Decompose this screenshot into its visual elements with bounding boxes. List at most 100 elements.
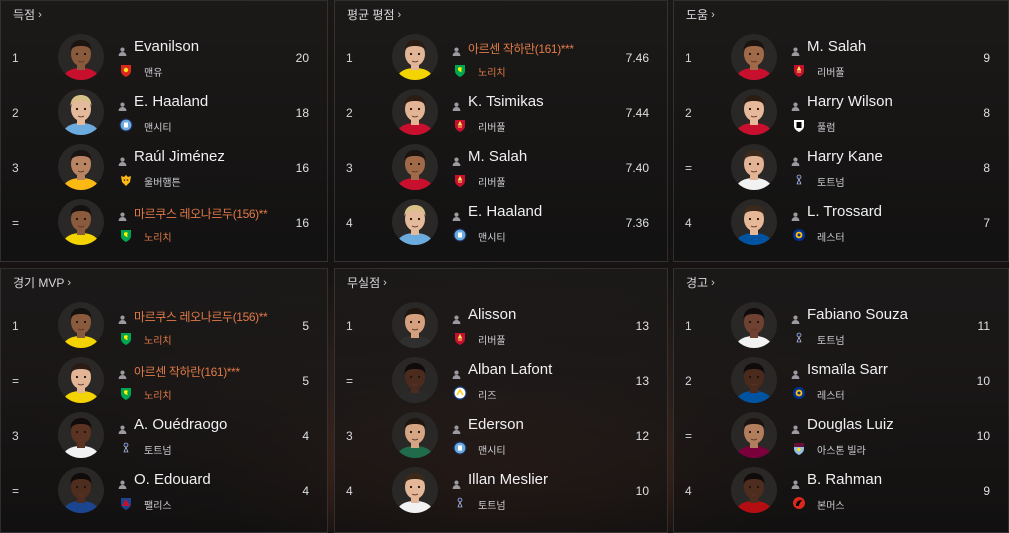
player-row[interactable]: 1 Alisson 리버풀 13 [335,298,667,353]
player-avatar [392,302,438,348]
player-name-link[interactable]: A. Ouédraogo [134,416,227,433]
player-name-link[interactable]: 마르쿠스 레오나르두(156)** [134,205,268,222]
player-row[interactable]: 1 마르쿠스 레오나르두(156)** 노리치 5 [1,298,327,353]
player-row[interactable]: 1 Evanilson 맨유 20 [1,30,327,85]
player-row[interactable]: = Harry Kane 토트넘 8 [674,140,1008,195]
club-name-link[interactable]: 토트넘 [817,174,845,189]
player-row[interactable]: 4 B. Rahman 본머스 9 [674,463,1008,518]
club-name-link[interactable]: 맨시티 [478,229,506,244]
club-name-link[interactable]: 토트넘 [817,332,845,347]
player-row[interactable]: 1 Fabiano Souza 토트넘 11 [674,298,1008,353]
club-name-link[interactable]: 노리치 [144,229,172,244]
player-name-link[interactable]: Ederson [468,416,524,433]
player-name-link[interactable]: 아르센 작하란(161)*** [134,363,240,380]
player-row[interactable]: 3 Ederson 맨시티 12 [335,408,667,463]
player-row[interactable]: 2 Harry Wilson 풀럼 8 [674,85,1008,140]
stat-value: 13 [635,374,649,388]
player-row[interactable]: = 아르센 작하란(161)*** 노리치 5 [1,353,327,408]
player-name-link[interactable]: Alban Lafont [468,361,552,378]
player-row[interactable]: 1 아르센 작하란(161)*** 노리치 7.46 [335,30,667,85]
player-row[interactable]: 2 Ismaïla Sarr 레스터 10 [674,353,1008,408]
stat-value: 10 [976,374,990,388]
player-name-link[interactable]: Evanilson [134,38,199,55]
player-row[interactable]: 2 E. Haaland 맨시티 18 [1,85,327,140]
player-name-link[interactable]: K. Tsimikas [468,93,544,110]
rank-label: 1 [685,51,692,65]
player-avatar [392,89,438,135]
club-name-link[interactable]: 리즈 [478,387,496,402]
player-row[interactable]: = Alban Lafont 리즈 13 [335,353,667,408]
panel-title-link[interactable]: 경기 MVP › [13,274,71,291]
player-name-link[interactable]: Harry Wilson [807,93,893,110]
player-name-link[interactable]: Alisson [468,306,516,323]
person-icon [452,366,461,379]
player-name-link[interactable]: O. Edouard [134,471,211,488]
player-row[interactable]: = 마르쿠스 레오나르두(156)** 노리치 16 [1,195,327,250]
panel-goals: 득점 › 1 Evanilson 맨유 20 2 E. Haaland 맨시티 18 3 Raúl J… [0,0,328,262]
player-row[interactable]: 3 A. Ouédraogo 토트넘 4 [1,408,327,463]
player-row[interactable]: 4 Illan Meslier 토트넘 10 [335,463,667,518]
player-row[interactable]: = O. Edouard 팰리스 4 [1,463,327,518]
club-name-link[interactable]: 리버풀 [817,64,845,79]
player-name-link[interactable]: M. Salah [807,38,866,55]
club-name-link[interactable]: 풀럼 [817,119,835,134]
club-name-link[interactable]: 리버풀 [478,174,506,189]
man-city-crest-icon [119,118,133,132]
player-name-link[interactable]: Douglas Luiz [807,416,894,433]
player-name-link[interactable]: L. Trossard [807,203,882,220]
player-name-link[interactable]: Raúl Jiménez [134,148,225,165]
rank-label: = [685,429,693,443]
player-name-link[interactable]: M. Salah [468,148,527,165]
player-name-link[interactable]: B. Rahman [807,471,882,488]
player-row[interactable]: 4 L. Trossard 레스터 7 [674,195,1008,250]
fulham-crest-icon [792,118,806,132]
club-name-link[interactable]: 노리치 [144,387,172,402]
club-name-link[interactable]: 본머스 [817,497,845,512]
panel-title-link[interactable]: 도움 › [686,6,715,23]
liverpool-crest-icon [453,118,467,132]
player-row[interactable]: 3 M. Salah 리버풀 7.40 [335,140,667,195]
player-row[interactable]: 1 M. Salah 리버풀 9 [674,30,1008,85]
player-name-link[interactable]: 마르쿠스 레오나르두(156)** [134,308,268,325]
stat-value: 16 [295,216,309,230]
player-avatar [58,302,104,348]
club-name-link[interactable]: 아스톤 빌라 [817,442,866,457]
player-avatar [392,199,438,245]
club-name-link[interactable]: 노리치 [478,64,506,79]
panel-title-link[interactable]: 무실점 › [347,274,387,291]
player-name-link[interactable]: Illan Meslier [468,471,548,488]
player-row[interactable]: 3 Raúl Jiménez 울버햄튼 16 [1,140,327,195]
player-name-link[interactable]: Fabiano Souza [807,306,908,323]
person-icon [452,43,461,56]
club-name-link[interactable]: 울버햄튼 [144,174,181,189]
club-name-link[interactable]: 리버풀 [478,119,506,134]
club-name-link[interactable]: 맨시티 [478,442,506,457]
club-name-link[interactable]: 리버풀 [478,332,506,347]
panel-title-link[interactable]: 경고 › [686,274,715,291]
player-row[interactable]: 4 E. Haaland 맨시티 7.36 [335,195,667,250]
stat-value: 7.44 [625,106,649,120]
club-name-link[interactable]: 레스터 [817,229,845,244]
panel-title-link[interactable]: 득점 › [13,6,42,23]
panel-title-link[interactable]: 평균 평점 › [347,6,401,23]
person-icon [791,208,800,221]
player-row[interactable]: 2 K. Tsimikas 리버풀 7.44 [335,85,667,140]
club-name-link[interactable]: 맨시티 [144,119,172,134]
club-name-link[interactable]: 레스터 [817,387,845,402]
player-name-link[interactable]: E. Haaland [468,203,542,220]
player-name-link[interactable]: Harry Kane [807,148,883,165]
liverpool-crest-icon [453,173,467,187]
club-name-link[interactable]: 토트넘 [144,442,172,457]
player-name-link[interactable]: Ismaïla Sarr [807,361,888,378]
player-row[interactable]: = Douglas Luiz 아스톤 빌라 10 [674,408,1008,463]
stat-value: 7.36 [625,216,649,230]
player-name-link[interactable]: E. Haaland [134,93,208,110]
person-icon [791,43,800,56]
club-name-link[interactable]: 맨유 [144,64,162,79]
club-name-link[interactable]: 토트넘 [478,497,506,512]
player-avatar [392,357,438,403]
stat-value: 13 [635,319,649,333]
club-name-link[interactable]: 노리치 [144,332,172,347]
club-name-link[interactable]: 팰리스 [144,497,172,512]
player-name-link[interactable]: 아르센 작하란(161)*** [468,40,574,57]
